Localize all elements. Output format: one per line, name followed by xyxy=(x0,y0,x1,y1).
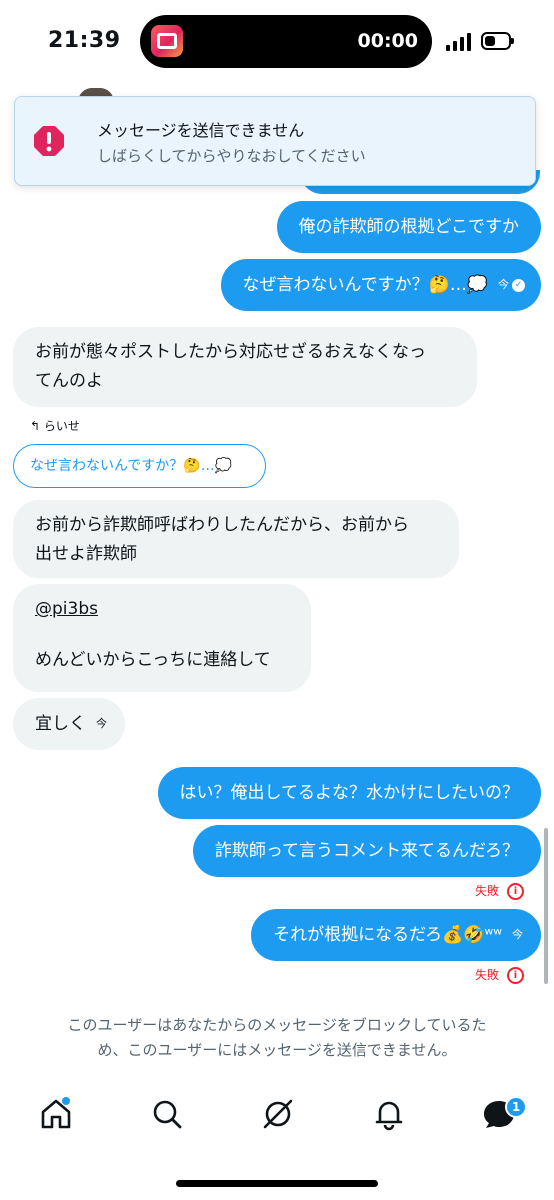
message-text-line: 出せよ詐欺師 xyxy=(35,544,137,564)
message-text-line: お前が態々ポストしたから対応せざるおえなくなっ xyxy=(35,342,426,362)
reply-arrow-icon: ↰ xyxy=(30,419,44,433)
message-text: 詐欺師って言うコメント来てるんだろ？ xyxy=(214,841,519,861)
message-bubble-outgoing[interactable]: なぜ言わないんですか？🤔…💭 今 ✓ xyxy=(220,259,541,311)
grok-icon[interactable] xyxy=(260,1096,296,1132)
send-failed-status[interactable]: 失敗 i xyxy=(475,966,524,984)
reply-author: らいせ xyxy=(43,419,80,433)
message-time: 今 xyxy=(96,717,107,730)
reply-indicator: ↰ らいせ xyxy=(30,417,80,434)
error-toast[interactable]: メッセージを送信できません しばらくしてからやりなおしてください xyxy=(14,96,536,186)
message-text: なぜ言わないんですか？🤔…💭 xyxy=(242,275,488,295)
message-bubble-outgoing[interactable]: はい？俺出してるよな？水かけにしたいの？ xyxy=(157,767,541,819)
message-bubble-incoming[interactable]: お前から詐欺師呼ばわりしたんだから、お前から 出せよ詐欺師 xyxy=(13,500,459,578)
quoted-message[interactable]: なぜ言わないんですか？🤔…💭 xyxy=(13,444,266,488)
recording-timer: 00:00 xyxy=(357,30,418,52)
toast-subtitle: しばらくしてからやりなおしてください xyxy=(97,147,366,165)
scrollbar[interactable] xyxy=(544,828,548,984)
message-text: 宜しく xyxy=(35,714,86,734)
message-text: それが根拠になるだろ💰🤣ʷʷ xyxy=(273,925,502,945)
message-bubble-incoming[interactable]: 宜しく今 xyxy=(13,698,125,750)
send-failed-status[interactable]: 失敗 i xyxy=(475,882,524,900)
block-notice-line: このユーザーはあなたからのメッセージをブロックしているた xyxy=(67,1016,487,1034)
message-bubble-outgoing[interactable]: 詐欺師って言うコメント来てるんだろ？ xyxy=(192,825,541,877)
dynamic-island[interactable]: 00:00 xyxy=(140,15,432,68)
message-text: はい？俺出してるよな？水かけにしたいの？ xyxy=(179,783,520,803)
battery-icon xyxy=(481,32,514,50)
message-time: 今 xyxy=(498,278,509,291)
signal-icon xyxy=(446,33,472,51)
message-text: めんどいからこっちに連絡して xyxy=(35,650,271,670)
search-icon[interactable] xyxy=(149,1096,185,1132)
clock: 21:39 xyxy=(48,28,121,53)
home-indicator[interactable] xyxy=(176,1180,378,1187)
toast-title: メッセージを送信できません xyxy=(97,121,305,140)
home-notification-dot xyxy=(62,1097,70,1105)
message-text-line: お前から詐欺師呼ばわりしたんだから、お前から xyxy=(35,515,409,535)
message-bubble-incoming[interactable]: お前が態々ポストしたから対応せざるおえなくなっ てんのよ xyxy=(13,327,477,407)
block-notice-line: め、このユーザーにはメッセージを送信できません。 xyxy=(97,1041,457,1059)
message-bubble-incoming[interactable]: @pi3bs めんどいからこっちに連絡して xyxy=(13,584,311,692)
notifications-icon[interactable] xyxy=(371,1096,407,1132)
messages-badge: 1 xyxy=(505,1096,527,1118)
failed-label: 失敗 xyxy=(474,968,499,982)
recorder-app-icon xyxy=(151,25,183,57)
read-receipt-icon: ✓ xyxy=(512,278,525,292)
message-bubble-outgoing[interactable]: それが根拠になるだろ💰🤣ʷʷ 今 xyxy=(251,909,541,961)
message-text-line: てんのよ xyxy=(35,371,103,391)
bottom-nav xyxy=(0,1082,554,1152)
status-bar: 21:39 00:00 xyxy=(0,0,554,84)
message-bubble-outgoing[interactable]: 俺の詐欺師の根拠どこですか xyxy=(276,201,541,253)
message-time: 今 xyxy=(512,928,523,941)
error-octagon-icon xyxy=(34,126,64,156)
block-notice: このユーザーはあなたからのメッセージをブロックしているた め、このユーザーにはメ… xyxy=(30,1013,524,1063)
info-icon[interactable]: i xyxy=(507,967,524,984)
info-icon[interactable]: i xyxy=(507,883,524,900)
failed-label: 失敗 xyxy=(474,884,499,898)
mention-link[interactable]: @pi3bs xyxy=(35,595,289,624)
message-text: 俺の詐欺師の根拠どこですか xyxy=(298,217,520,237)
